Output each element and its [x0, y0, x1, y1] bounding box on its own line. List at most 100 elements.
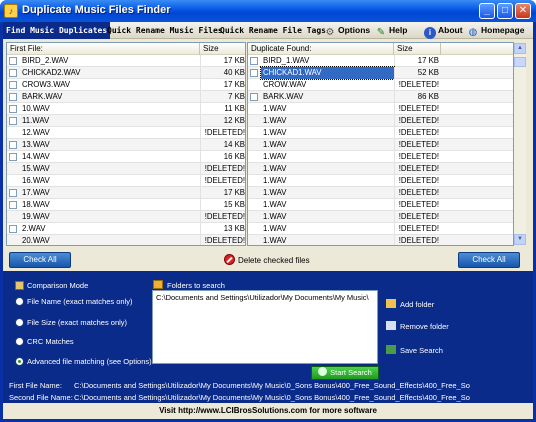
table-row[interactable]: BARK.WAV 7 KB — [7, 91, 245, 103]
table-row[interactable]: 1.WAV !DELETED! — [248, 151, 513, 163]
file-name-cell[interactable]: 1.WAV — [261, 127, 394, 139]
table-row[interactable]: BARK.WAV 86 KB — [248, 91, 513, 103]
table-row[interactable]: 14.WAV 16 KB — [7, 151, 245, 163]
row-checkbox[interactable] — [250, 57, 258, 65]
table-row[interactable]: 13.WAV 14 KB — [7, 139, 245, 151]
save-search-button[interactable]: Save Search — [386, 345, 443, 355]
table-row[interactable]: CROW3.WAV 17 KB — [7, 79, 245, 91]
table-row[interactable]: BIRD_2.WAV 17 KB — [7, 55, 245, 67]
table-row[interactable]: CHICKAD1.WAV 52 KB — [248, 66, 513, 80]
table-row[interactable]: 12.WAV !DELETED! — [7, 127, 245, 139]
file-name-cell[interactable]: 14.WAV — [20, 151, 200, 163]
minimize-button[interactable]: _ — [479, 3, 495, 19]
tab-quick-rename-file-tags[interactable]: Quick Rename File Tags — [217, 22, 329, 39]
file-name-cell[interactable]: 17.WAV — [20, 187, 200, 199]
file-name-cell[interactable]: 18.WAV — [20, 199, 200, 211]
table-row[interactable]: 16.WAV !DELETED! — [7, 175, 245, 187]
file-name-cell[interactable]: 1.WAV — [261, 187, 394, 199]
file-name-cell[interactable]: 15.WAV — [20, 163, 200, 175]
file-name-cell[interactable]: 1.WAV — [261, 139, 394, 151]
table-row[interactable]: 1.WAV !DELETED! — [248, 235, 513, 245]
file-name-cell[interactable]: CHICKAD1.WAV — [260, 66, 395, 80]
row-checkbox[interactable] — [9, 57, 17, 65]
table-row[interactable]: 1.WAV !DELETED! — [248, 127, 513, 139]
table-row[interactable]: 17.WAV 17 KB — [7, 187, 245, 199]
radio-crc-matches-label[interactable]: CRC Matches — [27, 337, 74, 346]
scroll-thumb[interactable] — [514, 57, 526, 67]
row-checkbox[interactable] — [9, 117, 17, 125]
table-row[interactable]: 1.WAV !DELETED! — [248, 199, 513, 211]
file-name-cell[interactable]: 16.WAV — [20, 175, 200, 187]
table-row[interactable]: 20.WAV !DELETED! — [7, 235, 245, 245]
table-row[interactable]: 1.WAV !DELETED! — [248, 139, 513, 151]
file-name-cell[interactable]: 19.WAV — [20, 211, 200, 223]
file-name-cell[interactable]: 1.WAV — [261, 235, 394, 245]
file-name-cell[interactable]: 1.WAV — [261, 103, 394, 115]
row-checkbox[interactable] — [9, 141, 17, 149]
radio-file-name-label[interactable]: File Name (exact matches only) — [27, 297, 132, 306]
file-name-cell[interactable]: 1.WAV — [261, 199, 394, 211]
row-checkbox[interactable] — [9, 189, 17, 197]
column-header-duplicate-found[interactable]: Duplicate Found: — [248, 43, 394, 55]
table-row[interactable]: BIRD_1.WAV 17 KB — [248, 55, 513, 67]
radio-crc-matches[interactable] — [15, 337, 24, 346]
file-name-cell[interactable]: 12.WAV — [20, 127, 200, 139]
row-checkbox[interactable] — [9, 225, 17, 233]
table-row[interactable]: 18.WAV 15 KB — [7, 199, 245, 211]
table-row[interactable]: 19.WAV !DELETED! — [7, 211, 245, 223]
radio-file-name[interactable] — [15, 297, 24, 306]
delete-checked-button[interactable]: Delete checked files — [224, 254, 310, 266]
row-checkbox[interactable] — [250, 69, 258, 77]
first-file-grid[interactable]: First File: Size BIRD_2.WAV 17 KB CHICKAD2… — [6, 42, 246, 246]
vertical-scrollbar[interactable]: ▲ ▼ — [514, 43, 526, 245]
table-row[interactable]: 15.WAV !DELETED! — [7, 163, 245, 175]
column-header-first-file[interactable]: First File: — [7, 43, 200, 55]
column-header-size[interactable]: Size — [394, 43, 441, 55]
radio-advanced-matching-label[interactable]: Advanced file matching (see Options) — [27, 357, 152, 366]
table-row[interactable]: 1.WAV !DELETED! — [248, 187, 513, 199]
table-row[interactable]: 1.WAV !DELETED! — [248, 223, 513, 235]
file-name-cell[interactable]: BIRD_1.WAV — [261, 55, 394, 67]
file-name-cell[interactable]: 20.WAV — [20, 235, 200, 245]
scroll-up-button[interactable]: ▲ — [514, 43, 526, 54]
homepage-button[interactable]: ◍ Homepage — [467, 22, 525, 39]
radio-file-size[interactable] — [15, 318, 24, 327]
help-button[interactable]: ✎ Help — [375, 22, 408, 39]
file-name-cell[interactable]: BIRD_2.WAV — [20, 55, 200, 67]
column-header-size[interactable]: Size — [200, 43, 245, 55]
check-all-right-button[interactable]: Check All — [458, 252, 520, 268]
file-name-cell[interactable]: 1.WAV — [261, 151, 394, 163]
table-row[interactable]: 1.WAV !DELETED! — [248, 175, 513, 187]
row-checkbox[interactable] — [9, 201, 17, 209]
table-row[interactable]: 10.WAV 11 KB — [7, 103, 245, 115]
row-checkbox[interactable] — [9, 69, 17, 77]
table-row[interactable]: 11.WAV 12 KB — [7, 115, 245, 127]
file-name-cell[interactable]: BARK.WAV — [261, 91, 394, 103]
maximize-button[interactable]: □ — [497, 3, 513, 19]
file-name-cell[interactable]: 10.WAV — [20, 103, 200, 115]
file-name-cell[interactable]: 2.WAV — [20, 223, 200, 235]
file-name-cell[interactable]: 11.WAV — [20, 115, 200, 127]
table-row[interactable]: CHICKAD2.WAV 40 KB — [7, 67, 245, 79]
scroll-down-button[interactable]: ▼ — [514, 234, 526, 245]
file-name-cell[interactable]: BARK.WAV — [20, 91, 200, 103]
footer-link[interactable]: Visit http://www.LCIBrosSolutions.com fo… — [3, 403, 533, 419]
add-folder-button[interactable]: Add folder — [386, 299, 434, 309]
table-row[interactable]: 1.WAV !DELETED! — [248, 211, 513, 223]
row-checkbox[interactable] — [9, 93, 17, 101]
about-button[interactable]: i About — [424, 22, 463, 39]
radio-advanced-matching[interactable] — [15, 357, 24, 366]
table-row[interactable]: CROW.WAV !DELETED! — [248, 79, 513, 91]
folders-list[interactable]: C:\Documents and Settings\Utilizador\My … — [152, 290, 378, 364]
tab-quick-rename-music-files[interactable]: Quick Rename Music Files — [104, 22, 226, 39]
row-checkbox[interactable] — [250, 93, 258, 101]
close-button[interactable]: ✕ — [515, 3, 531, 19]
file-name-cell[interactable]: 1.WAV — [261, 175, 394, 187]
row-checkbox[interactable] — [9, 81, 17, 89]
row-checkbox[interactable] — [9, 153, 17, 161]
table-row[interactable]: 1.WAV !DELETED! — [248, 163, 513, 175]
file-name-cell[interactable]: CROW3.WAV — [20, 79, 200, 91]
check-all-left-button[interactable]: Check All — [9, 252, 71, 268]
file-name-cell[interactable]: 1.WAV — [261, 115, 394, 127]
table-row[interactable]: 1.WAV !DELETED! — [248, 115, 513, 127]
